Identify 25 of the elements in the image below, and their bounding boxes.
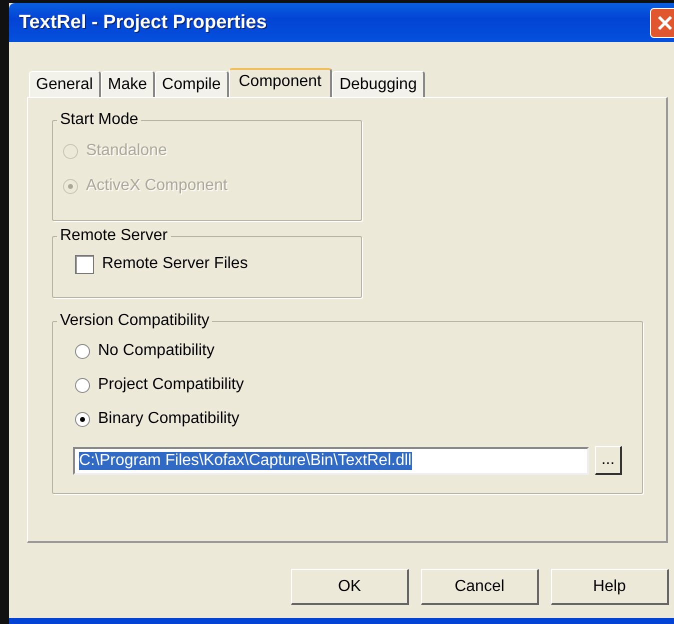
dialog-button[interactable]: Help bbox=[551, 569, 669, 605]
checkbox[interactable] bbox=[75, 254, 94, 274]
dialog-button[interactable]: Cancel bbox=[421, 569, 539, 605]
radio-button[interactable] bbox=[75, 344, 90, 358]
tab[interactable]: General bbox=[29, 71, 101, 97]
group-title: Start Mode bbox=[59, 111, 140, 129]
radio-label: ActiveX Component bbox=[86, 177, 228, 195]
radio-label: Standalone bbox=[86, 142, 167, 160]
radio-label: Binary Compatibility bbox=[98, 410, 240, 428]
radio-label: Project Compatibility bbox=[98, 376, 244, 394]
checkbox-label: Remote Server Files bbox=[102, 255, 248, 273]
browse-button[interactable]: ... bbox=[595, 446, 622, 475]
window-title: TextRel - Project Properties bbox=[19, 12, 267, 34]
dialog-button[interactable]: OK bbox=[291, 569, 409, 605]
radio-button[interactable] bbox=[75, 378, 90, 392]
tab[interactable]: Make bbox=[100, 71, 156, 97]
tab[interactable]: Debugging bbox=[332, 71, 425, 97]
tab[interactable]: Compile bbox=[155, 71, 229, 97]
radio-button[interactable] bbox=[75, 412, 90, 426]
group-title: Version Compatibility bbox=[59, 312, 210, 330]
path-field[interactable]: C:\Program Files\Kofax\Capture\Bin\TextRel.dll bbox=[73, 446, 589, 474]
radio-label: No Compatibility bbox=[98, 342, 214, 360]
tab[interactable]: Component bbox=[228, 68, 332, 97]
group-title: Remote Server bbox=[59, 227, 169, 245]
close-button[interactable] bbox=[650, 8, 674, 38]
